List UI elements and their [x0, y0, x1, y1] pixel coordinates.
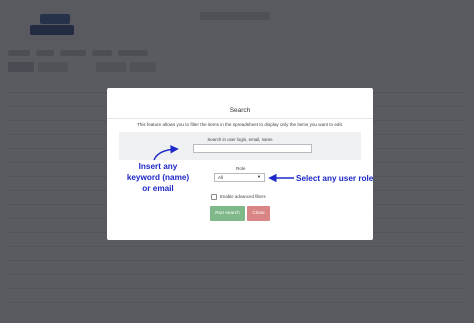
role-label: Role [236, 166, 246, 171]
modal-divider [107, 118, 373, 119]
annotation-role: Select any user role [296, 174, 374, 183]
close-button[interactable]: Close [247, 206, 270, 221]
search-panel: Search in user login, email, name [119, 132, 361, 160]
role-selected-value: All [218, 175, 223, 180]
annotation-keyword-line2: keyword (name) [126, 173, 190, 182]
role-select[interactable]: All ▼ [214, 173, 265, 182]
chevron-down-icon: ▼ [257, 174, 261, 179]
advanced-filters-label: Enable advanced filters [220, 194, 266, 199]
advanced-filters-checkbox[interactable] [211, 194, 217, 200]
search-input[interactable] [193, 144, 312, 153]
annotation-keyword-line3: or email [142, 184, 174, 193]
annotation-keyword-line1: Insert any [138, 162, 178, 171]
search-field-label: Search in user login, email, name [207, 137, 273, 142]
modal-title: Search [229, 107, 251, 114]
run-search-button[interactable]: Run search [210, 206, 245, 221]
annotation-keyword: Insert any keyword (name) or email [123, 161, 193, 194]
modal-description: This feature allows you to filter the it… [136, 122, 344, 127]
